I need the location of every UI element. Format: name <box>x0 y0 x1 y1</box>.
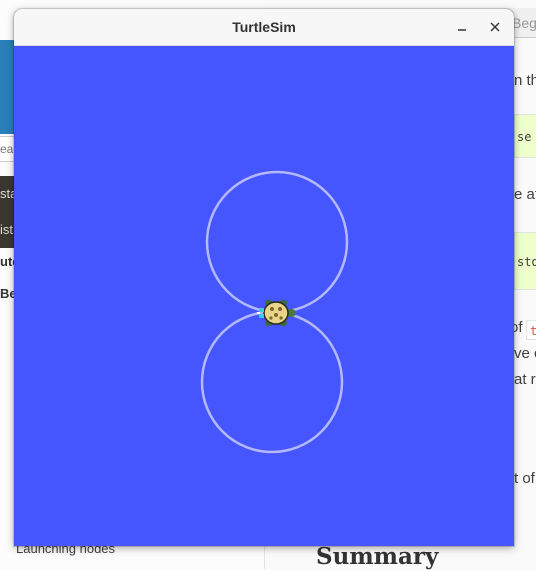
docs-content: n th se e at std of t ve c at ra t of <box>514 40 536 569</box>
docs-code-fragment: se <box>517 130 532 144</box>
turtle-canvas <box>14 46 514 546</box>
docs-search-placeholder: ear <box>0 142 14 156</box>
docs-text-fragment: of <box>514 319 523 336</box>
docs-code-fragment: std <box>517 255 536 269</box>
window-title: TurtleSim <box>232 19 296 35</box>
docs-text-fragment: n th <box>514 72 536 89</box>
close-button[interactable] <box>483 15 507 39</box>
docs-code-block: std <box>514 232 536 290</box>
docs-version-item[interactable]: sta <box>0 176 14 212</box>
minimize-button[interactable] <box>450 15 474 39</box>
docs-heading-summary: Summary <box>316 543 439 570</box>
turtlesim-window: TurtleSim <box>14 9 514 546</box>
docs-inline-code: t <box>526 320 536 340</box>
docs-text-fragment: t of <box>514 470 535 487</box>
docs-sidebar-header <box>0 40 14 134</box>
docs-search-input[interactable]: ear <box>0 136 14 162</box>
window-titlebar[interactable]: TurtleSim <box>14 9 514 46</box>
docs-text-fragment: ve c <box>514 345 536 362</box>
docs-divider <box>264 546 265 569</box>
docs-text-fragment: e at <box>514 186 536 203</box>
minimize-icon <box>458 29 466 31</box>
docs-version-item[interactable]: ist <box>0 212 14 248</box>
docs-version-panel: sta ist <box>0 176 14 248</box>
docs-code-block: se <box>514 114 536 158</box>
close-icon <box>490 22 500 32</box>
docs-nav-item-beginner[interactable]: Be <box>0 282 14 306</box>
docs-text-fragment: at ra <box>514 371 536 388</box>
turtle-drawing <box>14 46 514 546</box>
docs-nav-item-tutorials[interactable]: uto <box>0 250 14 274</box>
canvas-background <box>14 46 514 546</box>
browser-tab-label: Beg <box>512 15 536 31</box>
